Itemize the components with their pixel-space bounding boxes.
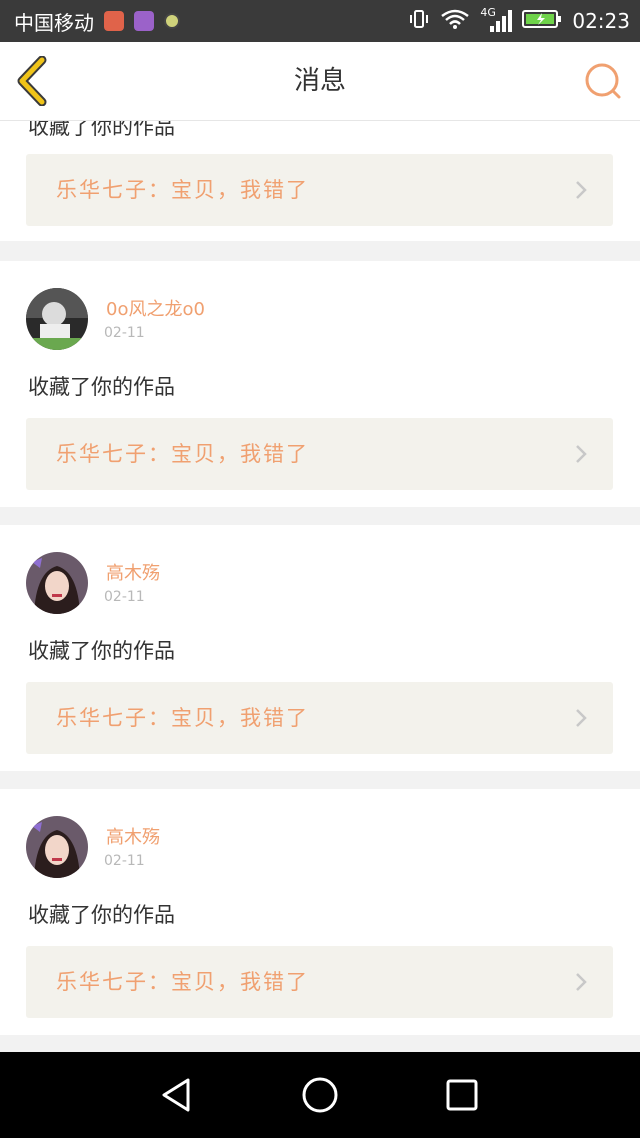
clock-label: 02:23 bbox=[572, 9, 630, 33]
carrier-label: 中国移动 bbox=[14, 10, 94, 35]
action-text: 收藏了你的作品 bbox=[28, 639, 175, 663]
chevron-right-icon bbox=[576, 181, 587, 199]
gallery-app-icon bbox=[134, 11, 154, 31]
network-type-label: 4G bbox=[480, 6, 496, 19]
app-header: 消息 bbox=[0, 42, 640, 121]
search-button[interactable] bbox=[582, 60, 626, 104]
action-text: 收藏了你的作品 bbox=[28, 375, 175, 399]
status-bar: 中国移动 4G 02:23 bbox=[0, 0, 640, 42]
nav-recents-button[interactable] bbox=[441, 1074, 483, 1116]
work-title: 乐华七子：宝贝，我错了 bbox=[56, 442, 309, 466]
vibrate-icon bbox=[408, 8, 430, 35]
nav-back-button[interactable] bbox=[156, 1074, 198, 1116]
work-link[interactable]: 乐华七子：宝贝，我错了 bbox=[26, 418, 613, 490]
timestamp: 02-11 bbox=[104, 853, 145, 869]
username[interactable]: 0o风之龙o0 bbox=[106, 295, 205, 321]
notification-card: 0o风之龙o0 02-11 收藏了你的作品 乐华七子：宝贝，我错了 bbox=[0, 261, 640, 507]
wifi-icon bbox=[440, 8, 470, 35]
message-list[interactable]: 收藏了你的作品 乐华七子：宝贝，我错了 0o风之龙o0 02-11 收藏了你的作… bbox=[0, 121, 640, 1051]
signal-icon: 4G bbox=[480, 6, 513, 34]
notification-card: 高木殇 02-11 收藏了你的作品 乐华七子：宝贝，我错了 bbox=[0, 525, 640, 771]
chevron-right-icon bbox=[576, 973, 587, 991]
triangle-back-icon bbox=[162, 1078, 190, 1112]
notification-card: 高木殇 02-11 收藏了你的作品 乐华七子：宝贝，我错了 bbox=[0, 789, 640, 1035]
search-icon bbox=[585, 63, 621, 99]
circle-home-icon bbox=[302, 1077, 338, 1113]
notification-card: 收藏了你的作品 乐华七子：宝贝，我错了 bbox=[0, 121, 640, 241]
work-title: 乐华七子：宝贝，我错了 bbox=[56, 970, 309, 994]
work-link[interactable]: 乐华七子：宝贝，我错了 bbox=[26, 946, 613, 1018]
username[interactable]: 高木殇 bbox=[106, 823, 160, 849]
square-recents-icon bbox=[446, 1079, 478, 1111]
avatar[interactable] bbox=[26, 552, 88, 614]
system-nav-bar bbox=[0, 1052, 640, 1138]
chevron-right-icon bbox=[576, 445, 587, 463]
avatar[interactable] bbox=[26, 288, 88, 350]
action-text: 收藏了你的作品 bbox=[28, 903, 175, 927]
mail-app-icon bbox=[104, 11, 124, 31]
work-title: 乐华七子：宝贝，我错了 bbox=[56, 706, 309, 730]
notification-dot-icon bbox=[164, 13, 180, 29]
battery-icon bbox=[522, 9, 562, 34]
username[interactable]: 高木殇 bbox=[106, 559, 160, 585]
timestamp: 02-11 bbox=[104, 589, 145, 605]
action-text: 收藏了你的作品 bbox=[28, 121, 175, 139]
work-title: 乐华七子：宝贝，我错了 bbox=[56, 178, 309, 202]
page-title: 消息 bbox=[293, 66, 346, 96]
timestamp: 02-11 bbox=[104, 325, 145, 341]
avatar[interactable] bbox=[26, 816, 88, 878]
nav-home-button[interactable] bbox=[299, 1074, 341, 1116]
chevron-right-icon bbox=[576, 709, 587, 727]
work-link[interactable]: 乐华七子：宝贝，我错了 bbox=[26, 154, 613, 226]
work-link[interactable]: 乐华七子：宝贝，我错了 bbox=[26, 682, 613, 754]
